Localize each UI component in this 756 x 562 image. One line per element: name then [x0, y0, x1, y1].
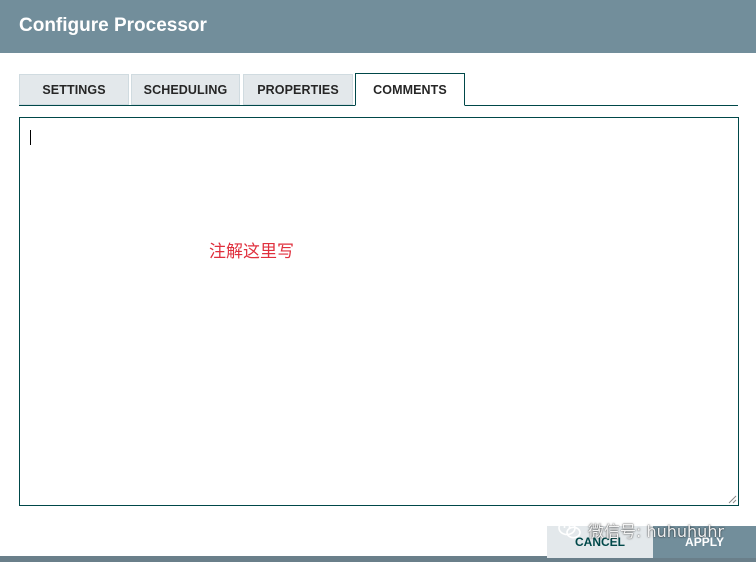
apply-button[interactable]: APPLY	[653, 526, 756, 558]
tab-comments-label: COMMENTS	[373, 82, 447, 97]
tab-scheduling[interactable]: SCHEDULING	[131, 74, 240, 105]
tab-settings[interactable]: SETTINGS	[19, 74, 129, 105]
tab-settings-label: SETTINGS	[42, 82, 106, 97]
tab-properties[interactable]: PROPERTIES	[243, 74, 353, 105]
resize-grip-icon[interactable]	[728, 495, 737, 504]
text-caret	[30, 130, 31, 145]
dialog-title: Configure Processor	[19, 15, 207, 36]
dialog-header: Configure Processor	[0, 0, 756, 53]
tab-comments[interactable]: COMMENTS	[355, 73, 465, 106]
tab-properties-label: PROPERTIES	[257, 82, 339, 97]
annotation-text: 注解这里写	[209, 242, 294, 262]
tab-scheduling-label: SCHEDULING	[143, 82, 228, 97]
tab-bar: SETTINGS SCHEDULING PROPERTIES COMMENTS	[19, 73, 738, 107]
comments-textarea[interactable]: 注解这里写	[19, 117, 739, 506]
cancel-button[interactable]: CANCEL	[547, 526, 653, 558]
